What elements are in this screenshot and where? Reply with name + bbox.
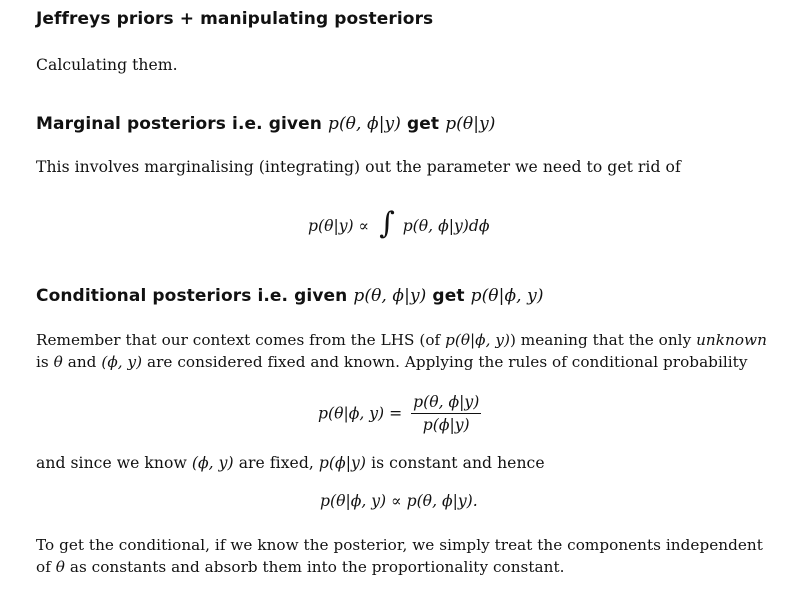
section1-heading-math1: p(θ, ϕ|y) <box>327 114 401 134</box>
para1-line1-emphasis: unknown <box>696 331 767 349</box>
section2-para1-line2: is θ and (ϕ, y) are considered fixed and… <box>36 353 747 371</box>
para1-line2-b: and <box>67 353 97 371</box>
section2-para2: and since we know (ϕ, y) are fixed, p(ϕ|… <box>36 454 545 472</box>
page-title-text: Jeffreys priors + manipulating posterior… <box>36 9 434 29</box>
proportional-equation: p(θ|ϕ, y) ∝ p(θ, ϕ|y). <box>320 492 478 510</box>
integral-sign: ∫ <box>379 206 395 241</box>
section1-heading-math2: p(θ|y) <box>445 114 496 134</box>
fraction-numerator: p(θ, ϕ|y) <box>411 393 482 414</box>
section-heading-conditional: Conditional posteriors i.e. given p(θ, ϕ… <box>36 286 544 306</box>
intro-text: Calculating them. <box>36 56 178 74</box>
section1-heading-text: Marginal posteriors i.e. given <box>36 114 322 134</box>
marginal-eq-rhs: p(θ, ϕ|y)dϕ <box>402 217 490 235</box>
para1-line1-a: Remember that our context comes from the… <box>36 331 441 349</box>
document-page: Jeffreys priors + manipulating posterior… <box>0 0 810 609</box>
page-title: Jeffreys priors + manipulating posterior… <box>36 9 433 29</box>
para3-line2-a: of <box>36 558 51 576</box>
section2-heading-mid: get <box>432 286 465 306</box>
section2-heading-math2: p(θ|ϕ, y) <box>470 286 544 306</box>
para2-c: is constant and hence <box>371 454 545 472</box>
fraction-denominator: p(ϕ|y) <box>422 416 470 434</box>
conditional-eq-fraction: p(θ, ϕ|y) p(ϕ|y) <box>411 393 482 434</box>
para2-math2: p(ϕ|y) <box>318 454 367 472</box>
conditional-equation: p(θ|ϕ, y) = p(θ, ϕ|y) p(ϕ|y) <box>318 393 482 434</box>
section-heading-marginal: Marginal posteriors i.e. given p(θ, ϕ|y)… <box>36 114 496 134</box>
section2-heading-math1: p(θ, ϕ|y) <box>353 286 427 306</box>
para1-line2-c: are considered fixed and known. Applying… <box>147 353 748 371</box>
para1-line2-math2: (ϕ, y) <box>101 353 143 371</box>
marginal-equation: p(θ|y) ∝ ∫ p(θ, ϕ|y)dϕ <box>308 206 490 242</box>
para2-a: and since we know <box>36 454 187 472</box>
para1-line1-math: p(θ|ϕ, y) <box>445 331 510 349</box>
para1-line2-a: is <box>36 353 49 371</box>
section2-heading-text: Conditional posteriors i.e. given <box>36 286 348 306</box>
para1-line1-b: ) meaning that the only <box>509 331 692 349</box>
section1-body: This involves marginalising (integrating… <box>36 158 681 176</box>
section2-para3-line1: To get the conditional, if we know the p… <box>36 536 763 554</box>
marginal-eq-lhs: p(θ|y) ∝ <box>308 217 370 235</box>
para3-line2-b: as constants and absorb them into the pr… <box>69 558 565 576</box>
section1-heading-mid: get <box>407 114 440 134</box>
para3-line2-math: θ <box>55 558 65 576</box>
para1-line2-math1: θ <box>53 353 63 371</box>
conditional-eq-lhs: p(θ|ϕ, y) = <box>318 404 403 423</box>
para2-math1: (ϕ, y) <box>191 454 234 472</box>
section2-para1-line1: Remember that our context comes from the… <box>36 331 767 349</box>
para2-b: are fixed, <box>238 454 314 472</box>
section2-para3-line2: of θ as constants and absorb them into t… <box>36 558 565 576</box>
